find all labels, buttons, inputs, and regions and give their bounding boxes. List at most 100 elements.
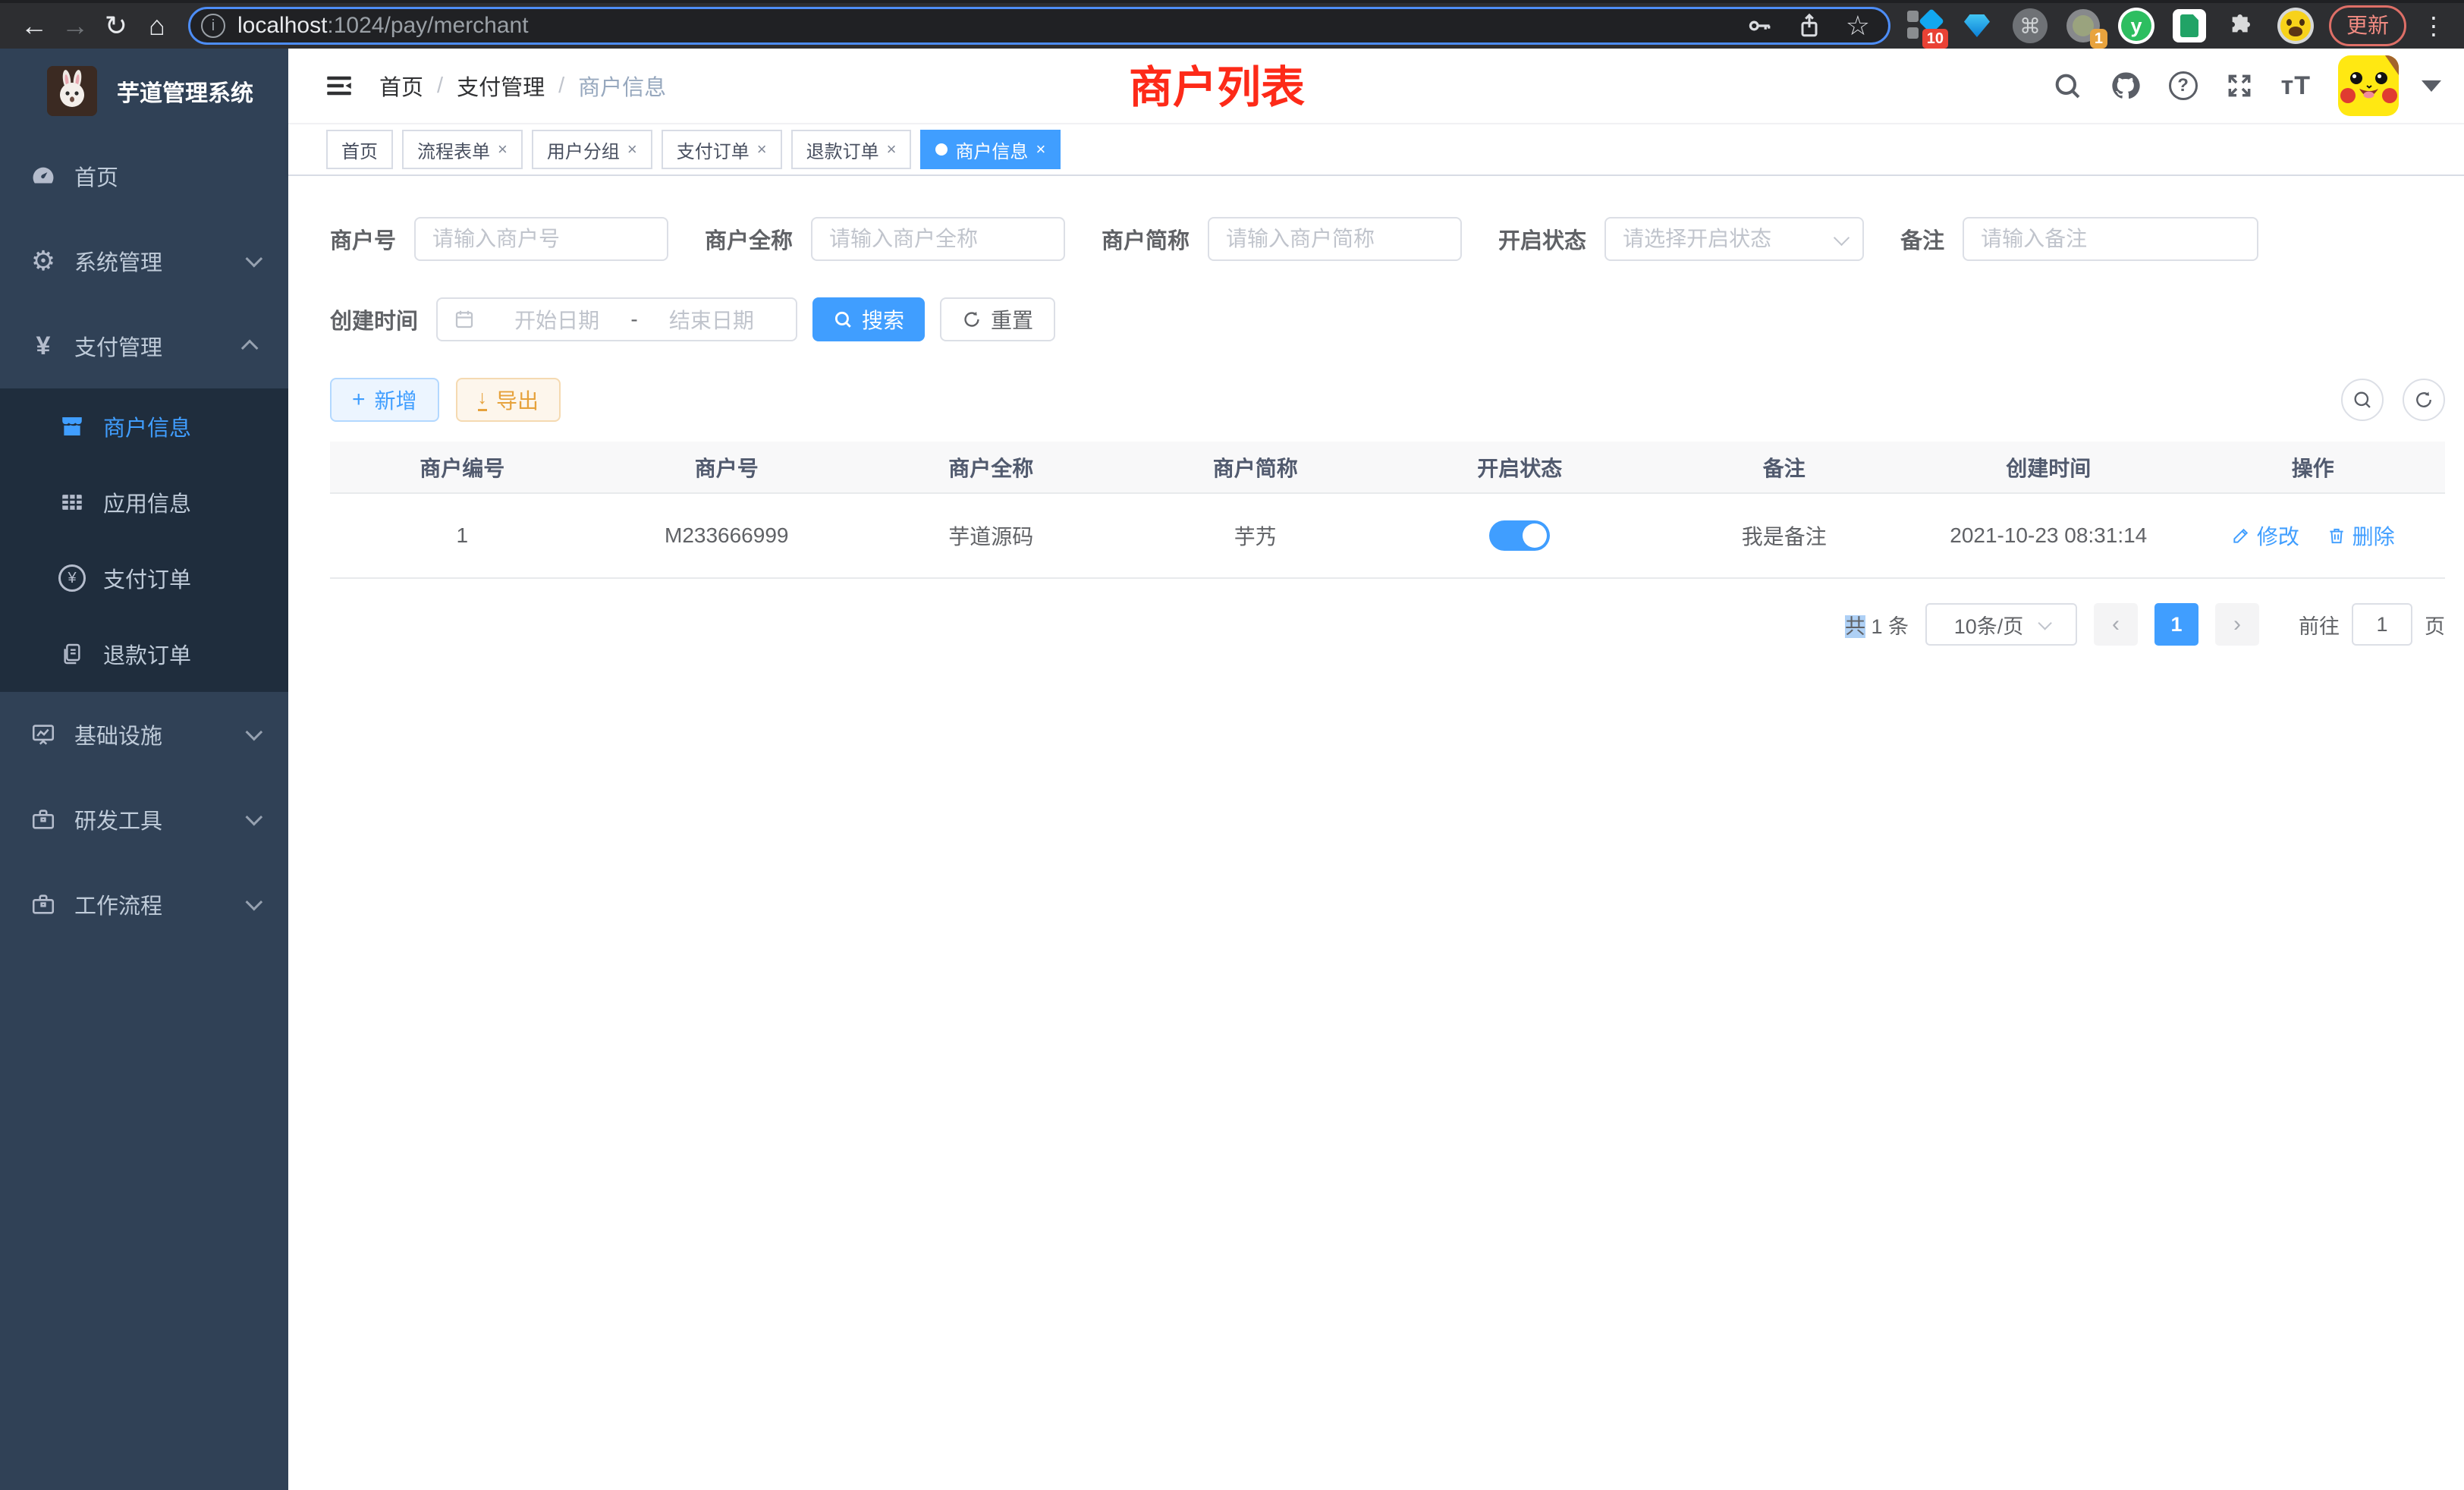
chevron-down-icon <box>2038 616 2052 630</box>
col-header-short-name: 商户简称 <box>1124 442 1388 493</box>
app-frame: 芋道管理系统 首页 ⚙ 系统管理 ¥ 支付管理 商户信息 <box>0 49 2464 1490</box>
avatar[interactable] <box>2338 55 2399 116</box>
font-size-icon[interactable] <box>2281 71 2311 101</box>
browser-menu-icon[interactable]: ⋮ <box>2414 11 2453 40</box>
fullscreen-icon[interactable] <box>2225 71 2254 100</box>
chevron-down-icon <box>246 809 263 826</box>
github-icon[interactable] <box>2110 70 2142 102</box>
edit-link[interactable]: 修改 <box>2231 520 2299 551</box>
tab-home[interactable]: 首页 <box>326 130 393 169</box>
app-title: 芋道管理系统 <box>117 74 253 108</box>
toolbar-right <box>2341 379 2445 421</box>
col-header-id: 商户编号 <box>330 442 595 493</box>
address-bar[interactable]: localhost:1024/pay/merchant ☆ <box>188 7 1890 45</box>
extension-tasks-icon[interactable]: 1 <box>2065 8 2101 44</box>
cell-created: 2021-10-23 08:31:14 <box>1916 493 2181 578</box>
sidebar-item-merchant-info[interactable]: 商户信息 <box>0 388 288 464</box>
tab-close-icon[interactable] <box>498 140 508 159</box>
share-icon[interactable] <box>1796 12 1823 39</box>
sidebar-item-refund-order[interactable]: 退款订单 <box>0 616 288 692</box>
sidebar-item-system[interactable]: ⚙ 系统管理 <box>0 218 288 303</box>
sidebar-item-label: 首页 <box>74 160 258 192</box>
bookmark-star-icon[interactable]: ☆ <box>1846 12 1870 39</box>
merchant-no-input[interactable] <box>414 217 668 261</box>
filter-merchant-no: 商户号 <box>330 217 668 261</box>
sidebar-item-label: 支付订单 <box>103 562 258 594</box>
status-select[interactable] <box>1604 217 1864 261</box>
page-title-annotation: 商户列表 <box>1129 52 1305 115</box>
remark-input[interactable] <box>1963 217 2258 261</box>
search-icon <box>833 310 853 329</box>
sidebar-item-app-info[interactable]: 应用信息 <box>0 464 288 540</box>
extensions-puzzle-icon[interactable] <box>2224 8 2261 44</box>
tab-pay-order[interactable]: 支付订单 <box>662 130 782 169</box>
tab-refund-order[interactable]: 退款订单 <box>791 130 912 169</box>
url-text[interactable]: localhost:1024/pay/merchant <box>237 13 529 39</box>
breadcrumb-pay[interactable]: 支付管理 <box>457 70 545 102</box>
tab-close-icon[interactable] <box>887 140 897 159</box>
browser-forward-icon[interactable]: → <box>55 5 96 46</box>
export-button[interactable]: 导出 <box>456 378 561 422</box>
extension-command-icon[interactable]: ⌘ <box>2012 8 2048 44</box>
sidebar-collapse-icon[interactable] <box>323 70 355 102</box>
date-range-picker[interactable]: 开始日期 - 结束日期 <box>436 297 797 341</box>
reset-button[interactable]: 重置 <box>940 297 1055 341</box>
next-page-button[interactable]: › <box>2215 603 2259 646</box>
col-header-no: 商户号 <box>595 442 860 493</box>
extension-pinned-icon[interactable]: 10 <box>1906 8 1942 44</box>
goto-page-input[interactable] <box>2352 603 2412 646</box>
merchant-short-input[interactable] <box>1208 217 1462 261</box>
delete-link[interactable]: 删除 <box>2327 520 2395 551</box>
date-start-placeholder[interactable]: 开始日期 <box>488 304 626 335</box>
add-button[interactable]: 新增 <box>330 378 439 422</box>
sidebar-item-infra[interactable]: 基础设施 <box>0 692 288 777</box>
page-number-1[interactable]: 1 <box>2154 603 2198 646</box>
profile-emoji-icon[interactable] <box>2277 8 2314 44</box>
search-button[interactable]: 搜索 <box>812 297 925 341</box>
dashboard-gauge-icon <box>26 163 61 189</box>
key-icon[interactable] <box>1746 12 1773 39</box>
url-path: :1024/pay/merchant <box>327 13 528 38</box>
sidebar-item-dev-tools[interactable]: 研发工具 <box>0 777 288 862</box>
cell-remark: 我是备注 <box>1652 493 1917 578</box>
browser-home-icon[interactable]: ⌂ <box>137 5 178 46</box>
sidebar-item-pay-order[interactable]: 支付订单 <box>0 540 288 616</box>
toggle-search-button[interactable] <box>2341 379 2384 421</box>
tab-user-group[interactable]: 用户分组 <box>532 130 652 169</box>
sidebar-item-workflow[interactable]: 工作流程 <box>0 862 288 947</box>
tab-merchant-info[interactable]: 商户信息 <box>920 130 1061 169</box>
sidebar-item-home[interactable]: 首页 <box>0 134 288 218</box>
sidebar-item-label: 研发工具 <box>74 803 246 835</box>
status-toggle[interactable] <box>1489 520 1550 551</box>
chevron-down-icon <box>246 250 263 268</box>
merchant-name-input[interactable] <box>811 217 1065 261</box>
extension-gem-icon[interactable] <box>1959 8 1995 44</box>
avatar-dropdown-caret-icon[interactable] <box>2422 80 2441 92</box>
breadcrumb-home[interactable]: 首页 <box>379 70 423 102</box>
site-info-icon[interactable] <box>201 14 225 38</box>
tab-close-icon[interactable] <box>757 140 767 159</box>
sidebar-logo-row[interactable]: 芋道管理系统 <box>0 49 288 134</box>
search-icon[interactable] <box>2052 71 2082 101</box>
tab-close-icon[interactable] <box>627 140 637 159</box>
date-end-placeholder[interactable]: 结束日期 <box>643 304 781 335</box>
toolbox-icon <box>26 806 61 832</box>
browser-reload-icon[interactable]: ↻ <box>96 5 137 46</box>
browser-back-icon[interactable]: ← <box>14 5 55 46</box>
sidebar-item-pay[interactable]: ¥ 支付管理 <box>0 303 288 388</box>
prev-page-button[interactable]: ‹ <box>2094 603 2138 646</box>
tab-close-icon[interactable] <box>1036 140 1045 159</box>
url-host: localhost <box>237 13 327 38</box>
pencil-icon <box>2231 526 2251 545</box>
help-icon[interactable] <box>2169 71 2198 100</box>
page-size-select[interactable]: 10条/页 <box>1925 603 2077 646</box>
extension-y-icon[interactable]: y <box>2118 8 2154 44</box>
tab-process-form[interactable]: 流程表单 <box>402 130 523 169</box>
refresh-table-button[interactable] <box>2403 379 2445 421</box>
date-separator: - <box>626 307 642 332</box>
chrome-update-button[interactable]: 更新 <box>2329 5 2406 46</box>
col-header-remark: 备注 <box>1652 442 1917 493</box>
extension-doc-icon[interactable] <box>2171 8 2208 44</box>
field-label: 开启状态 <box>1498 223 1586 255</box>
active-tab-dot <box>935 143 948 156</box>
